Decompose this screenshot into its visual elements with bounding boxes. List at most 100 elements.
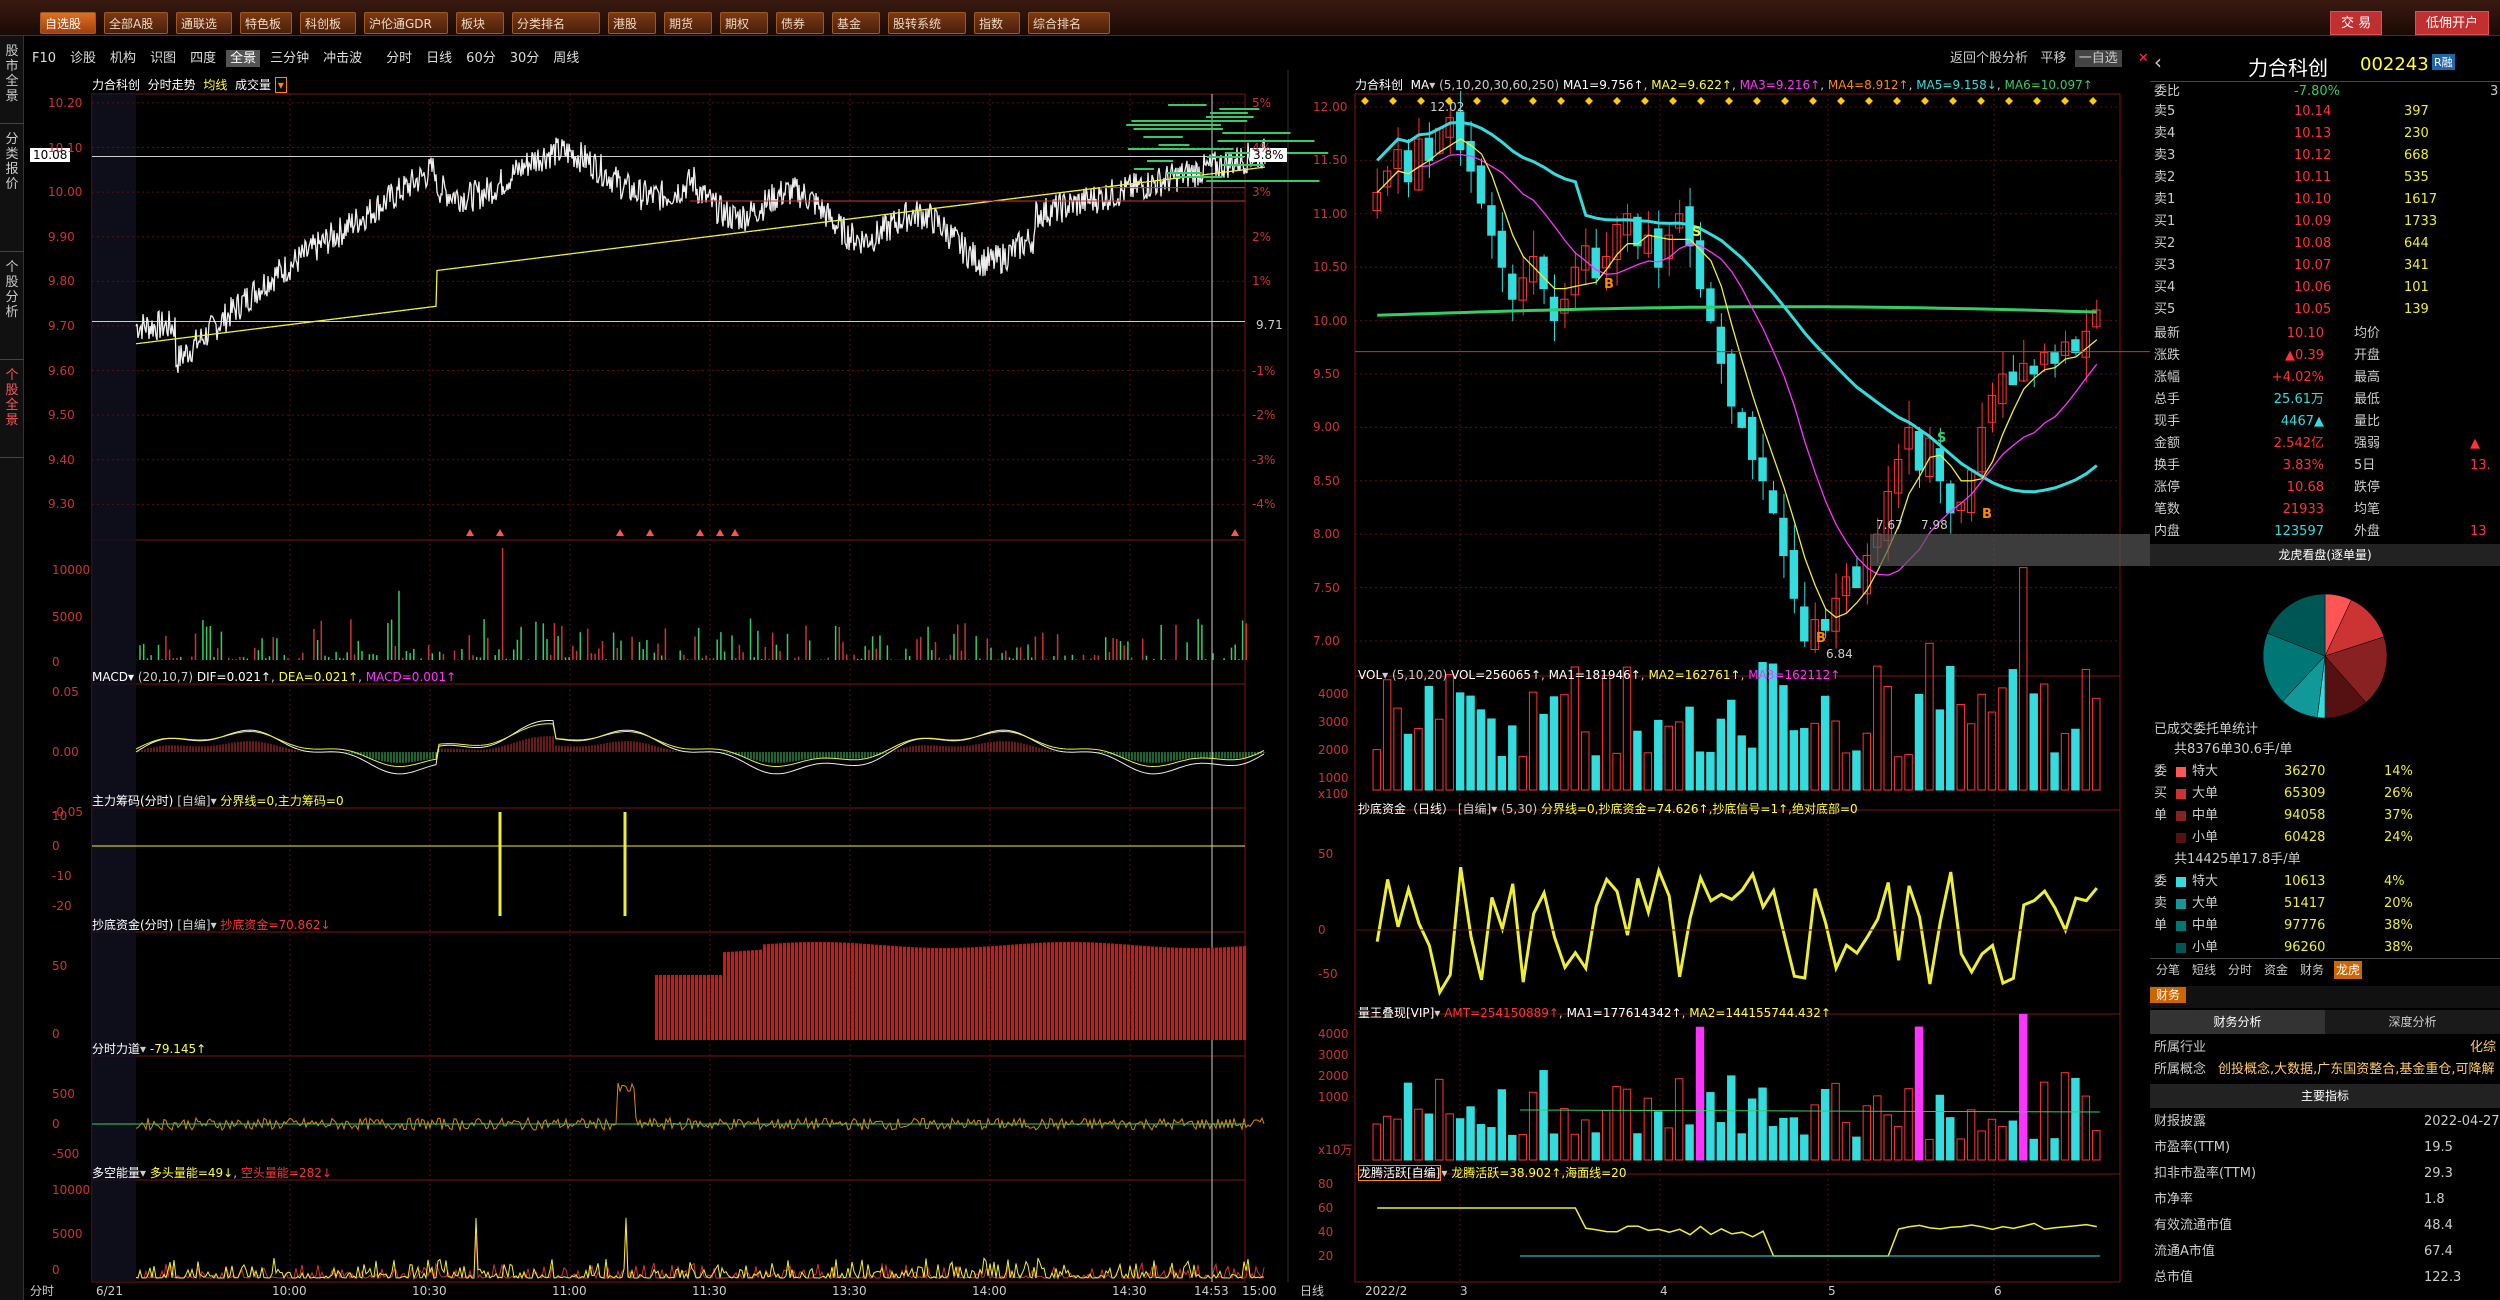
cd-bar bbox=[947, 947, 950, 1040]
daily-sub-tick: 0 bbox=[1318, 923, 1326, 937]
daily-vol-bar bbox=[1966, 723, 1976, 791]
sell-level: 卖2 bbox=[2154, 170, 2176, 185]
intraday-panel-3 bbox=[91, 807, 1246, 933]
daily-vol-bar bbox=[2008, 669, 2018, 791]
daily-vol-bar bbox=[1747, 747, 1757, 791]
cd-bar bbox=[1227, 947, 1230, 1040]
daily-sub-tick: 3000 bbox=[1318, 1048, 1349, 1062]
stat-label: 涨跌 bbox=[2154, 348, 2181, 363]
daily-ma-params: (5,10,20,30,60,250) bbox=[1439, 78, 1560, 92]
signal-marker bbox=[616, 529, 624, 536]
sub-axis-tick: 0 bbox=[52, 1117, 60, 1131]
finance-analysis-tab[interactable]: 财务分析 bbox=[2150, 1010, 2325, 1034]
intraday-menu-icon[interactable]: ▾ bbox=[274, 77, 287, 93]
daily-vol-bar bbox=[1862, 732, 1872, 791]
dvol-params: (5,10,20) bbox=[1391, 668, 1448, 682]
candle-body bbox=[2081, 330, 2091, 358]
lw-bar bbox=[1466, 1106, 1475, 1161]
sell-price: 10.10 bbox=[2294, 192, 2332, 207]
sub-axis-tick: 0 bbox=[52, 655, 60, 669]
cd-bar bbox=[923, 947, 926, 1040]
lw-amt: AMT=254150889↑ bbox=[1444, 1006, 1559, 1020]
cd-bar bbox=[1163, 947, 1166, 1040]
lw-bar bbox=[1977, 1130, 1986, 1161]
cd-bar bbox=[855, 943, 858, 1040]
cd-mode: [自编] bbox=[177, 918, 211, 932]
cd-bar bbox=[983, 946, 986, 1040]
intraday-pct-tick: -4% bbox=[1252, 497, 1276, 512]
cd-bar bbox=[1003, 945, 1006, 1040]
daily-vol-bar bbox=[1581, 731, 1590, 791]
bottom-tab-0[interactable]: 分笔 bbox=[2154, 961, 2182, 979]
finance-tab[interactable]: 财务 bbox=[2150, 987, 2187, 1003]
event-marker bbox=[1501, 97, 1509, 105]
buy-volume: 644 bbox=[2404, 236, 2429, 251]
bottom-tabs: 分笔 短线 分时 资金 财务 龙虎 bbox=[2150, 958, 2500, 980]
open-account-button[interactable]: 低佣开户 bbox=[2415, 11, 2490, 35]
cd-bar bbox=[951, 947, 954, 1040]
stat-label-2: 开盘 bbox=[2354, 348, 2381, 363]
cd-bar bbox=[1131, 945, 1134, 1040]
cd-bar bbox=[883, 945, 886, 1040]
flow-side: 单 bbox=[2154, 918, 2168, 933]
intraday-title-bar: 力合科创 分时走势 均线 成交量 ▾ bbox=[92, 76, 287, 94]
lw-bar bbox=[1518, 1134, 1527, 1161]
event-marker bbox=[2033, 97, 2041, 105]
sub-axis-tick: 0.00 bbox=[52, 745, 79, 759]
lw-bar bbox=[1956, 1138, 1965, 1161]
daily-price-tick: 12.00 bbox=[1313, 100, 1348, 114]
fund-value: 1.8 bbox=[2424, 1192, 2445, 1207]
trade-button[interactable]: 交 易 bbox=[2330, 11, 2383, 35]
intraday-pct-tick: -3% bbox=[1252, 452, 1276, 467]
deep-analysis-tab[interactable]: 深度分析 bbox=[2325, 1010, 2500, 1034]
dcd-name: 抄底资金（日线） bbox=[1358, 802, 1455, 816]
lw-bar bbox=[1987, 1118, 1997, 1161]
cd-bar bbox=[1167, 947, 1170, 1040]
daily-low-label: 6.84 bbox=[1826, 647, 1853, 661]
fund-label: 有效流通市值 bbox=[2154, 1218, 2233, 1233]
daily-vol-bar bbox=[1539, 713, 1548, 791]
cd-bar bbox=[703, 975, 706, 1040]
bottom-tab-1[interactable]: 短线 bbox=[2190, 961, 2218, 979]
cd-bar bbox=[823, 942, 826, 1040]
lw-bar bbox=[1768, 1126, 1778, 1161]
stat-value: 2.542亿 bbox=[2273, 436, 2324, 451]
daily-vol-bar bbox=[1435, 718, 1444, 791]
lw-bar bbox=[1508, 1134, 1517, 1161]
macd-dif: DIF=0.021↑ bbox=[196, 670, 271, 684]
weibi-label: 委比 bbox=[2154, 84, 2181, 99]
depth-bar bbox=[1158, 144, 1190, 146]
daily-price-tick: 10.00 bbox=[1313, 313, 1348, 328]
bottom-tab-5[interactable]: 龙虎 bbox=[2334, 961, 2363, 979]
candle-body bbox=[1914, 430, 1924, 471]
fund-value: 19.5 bbox=[2424, 1140, 2453, 1155]
daily-vol-bar bbox=[1695, 751, 1705, 791]
daily-panel-0 bbox=[1354, 93, 2121, 677]
buy-volume: 1733 bbox=[2404, 214, 2438, 229]
bottom-tab-4[interactable]: 财务 bbox=[2298, 961, 2326, 979]
back-arrow-icon[interactable]: ‹ bbox=[2154, 50, 2162, 74]
bottom-tab-3[interactable]: 资金 bbox=[2262, 961, 2290, 979]
event-marker bbox=[1753, 97, 1761, 105]
cd-bar bbox=[835, 942, 838, 1040]
daily-ma2: MA2=9.622↑ bbox=[1651, 78, 1732, 92]
daily-ma6: MA6=10.097↑ bbox=[2004, 78, 2093, 92]
stat-value: 123597 bbox=[2274, 524, 2324, 539]
event-marker bbox=[1977, 97, 1985, 105]
fund-label: 流通A市值 bbox=[2154, 1244, 2215, 1259]
sub-axis-tick: 0.05 bbox=[52, 685, 79, 699]
stat-value: 25.61万 bbox=[2273, 392, 2324, 407]
cd-bar bbox=[1195, 947, 1198, 1040]
depth-bar bbox=[1210, 112, 1248, 114]
flow-swatch bbox=[2176, 811, 2186, 821]
cd-bar bbox=[931, 947, 934, 1040]
event-marker bbox=[1725, 97, 1733, 105]
cd-bar bbox=[847, 942, 850, 1040]
cd-bar bbox=[747, 950, 750, 1040]
depth-bar bbox=[1222, 132, 1291, 134]
bottom-tab-2[interactable]: 分时 bbox=[2226, 961, 2254, 979]
group1-text: 共8376单30.6手/单 bbox=[2174, 742, 2293, 757]
month-tick: 5 bbox=[1828, 1284, 1836, 1298]
lw-name: 量王叠现[VIP] bbox=[1358, 1006, 1435, 1020]
month-tick: 4 bbox=[1660, 1284, 1668, 1298]
